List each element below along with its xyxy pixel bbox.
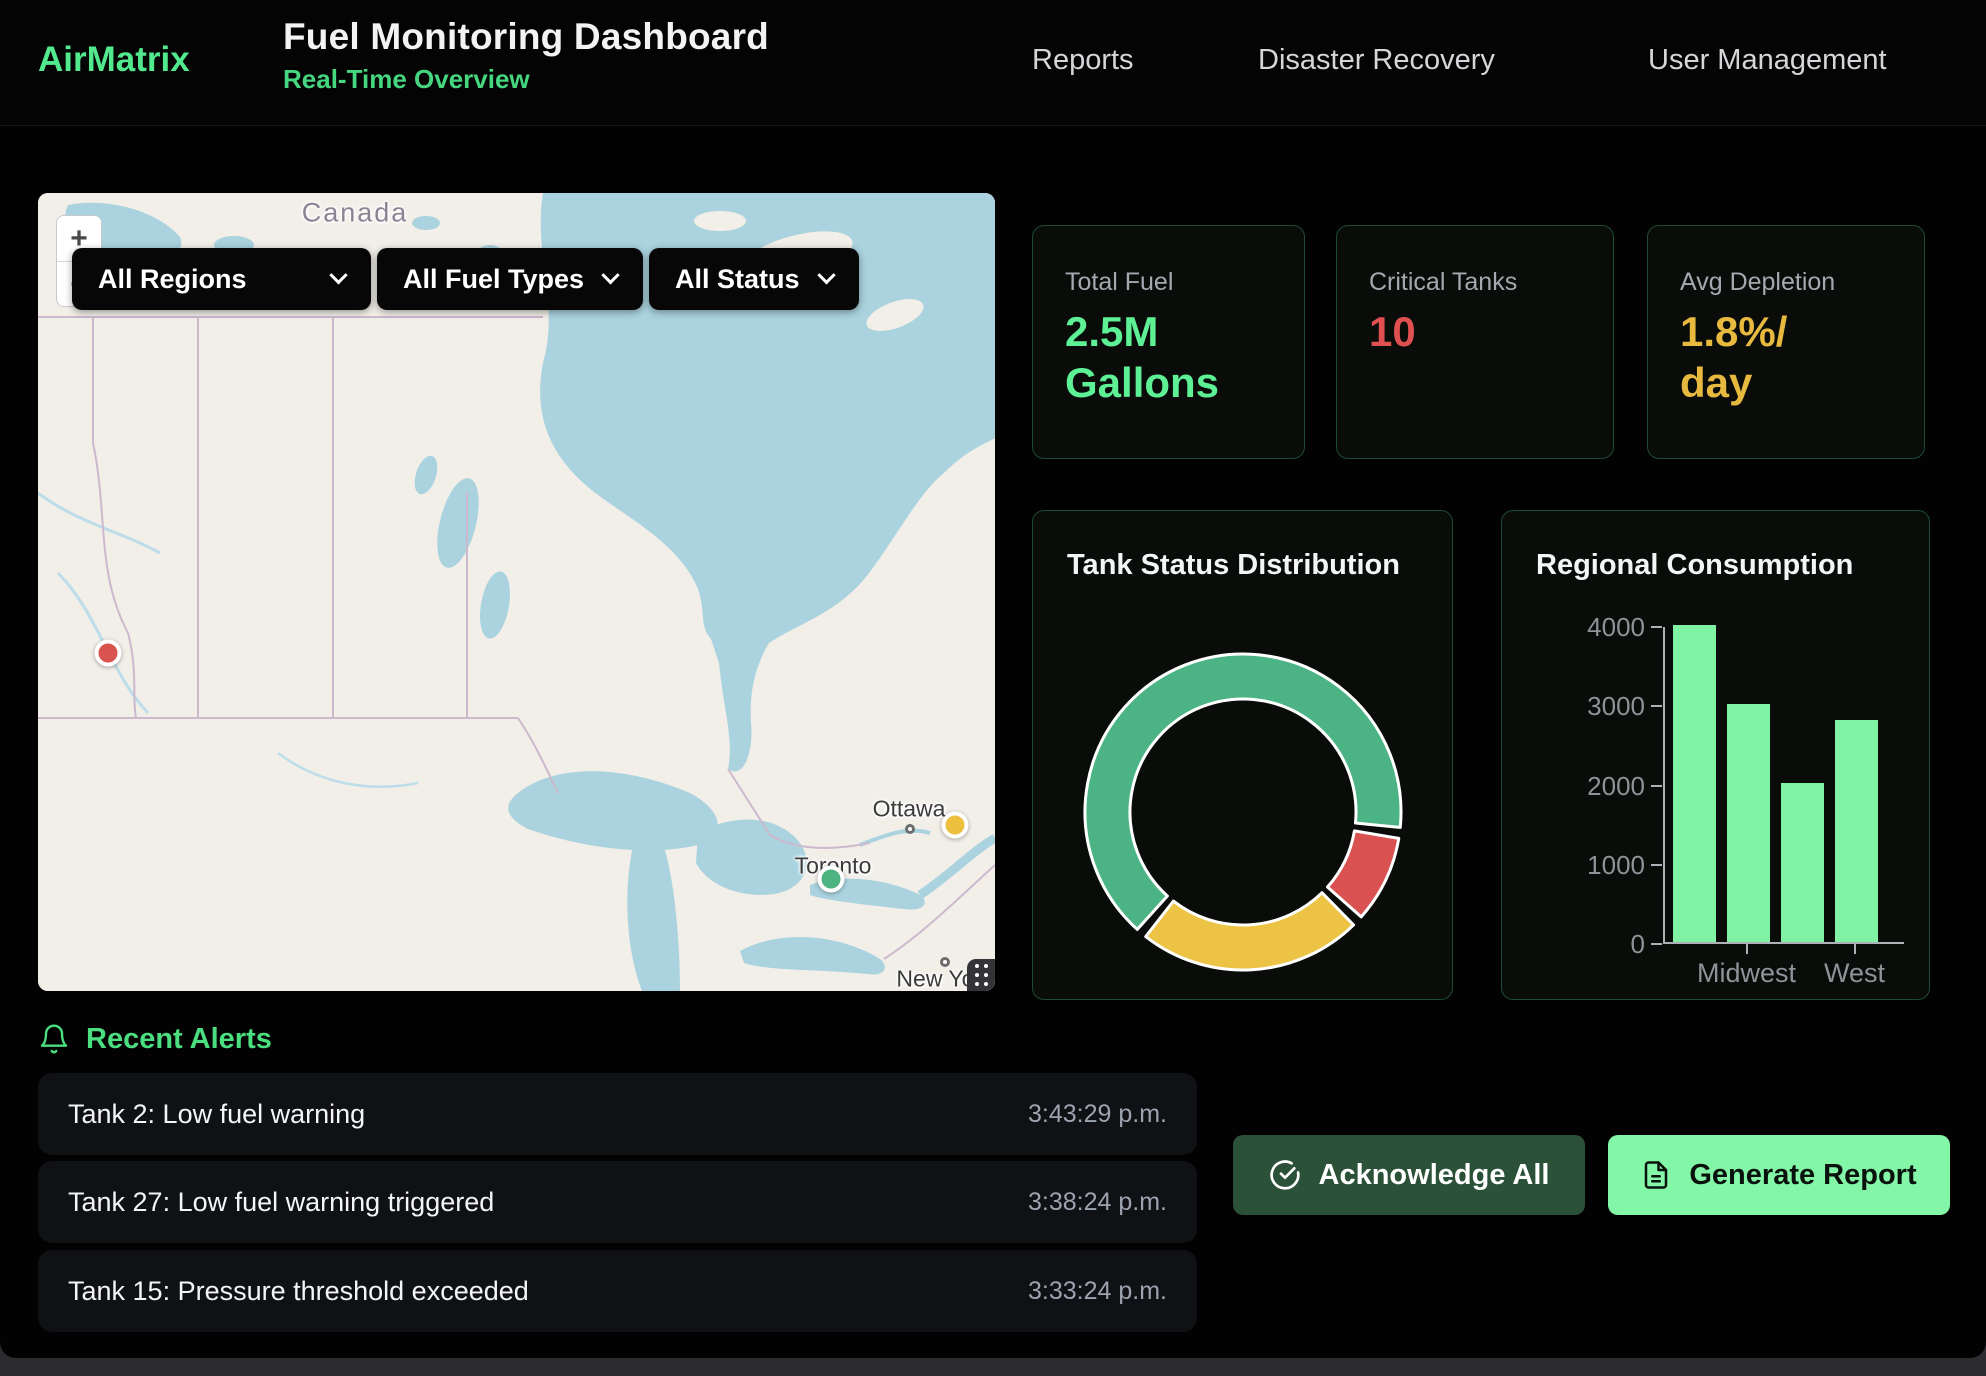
y-tick-label: 1000 (1575, 850, 1645, 880)
stat-value: 1.8%/ day (1680, 306, 1787, 408)
file-text-icon (1641, 1159, 1671, 1191)
alert-row[interactable]: Tank 15: Pressure threshold exceeded 3:3… (38, 1250, 1197, 1332)
regional-consumption-card: Regional Consumption 01000200030004000Mi… (1501, 510, 1930, 1000)
top-bar: AirMatrix Fuel Monitoring Dashboard Real… (0, 0, 1986, 126)
y-tick (1651, 943, 1662, 945)
y-tick (1651, 785, 1662, 787)
stat-card-total-fuel: Total Fuel 2.5M Gallons (1032, 225, 1305, 459)
x-tick (1746, 944, 1748, 954)
stat-label: Critical Tanks (1369, 268, 1517, 297)
y-tick (1651, 626, 1662, 628)
brand-logo: AirMatrix (38, 40, 190, 80)
stat-label: Total Fuel (1065, 268, 1173, 297)
map-lake (412, 216, 440, 230)
page-title: Fuel Monitoring Dashboard (283, 16, 769, 58)
nav-reports[interactable]: Reports (1032, 44, 1134, 77)
check-circle-icon (1269, 1159, 1301, 1191)
page-subtitle: Real-Time Overview (283, 64, 769, 95)
alert-time: 3:33:24 p.m. (1028, 1277, 1167, 1306)
bar-region-3 (1781, 783, 1824, 942)
chevron-down-icon (601, 266, 619, 284)
y-tick (1651, 705, 1662, 707)
nav-disaster-recovery[interactable]: Disaster Recovery (1258, 44, 1495, 77)
map-drag-handle[interactable] (967, 959, 995, 991)
alert-text: Tank 27: Low fuel warning triggered (68, 1187, 1028, 1218)
tank-marker-critical[interactable] (95, 640, 122, 667)
donut-slice-warning (1146, 893, 1354, 970)
alerts-header: Recent Alerts (38, 1022, 272, 1056)
title-block: Fuel Monitoring Dashboard Real-Time Over… (283, 16, 769, 95)
status-filter-value: All Status (675, 264, 806, 295)
acknowledge-all-label: Acknowledge All (1319, 1159, 1550, 1192)
map-island (694, 211, 746, 231)
tank-status-distribution-card: Tank Status Distribution (1032, 510, 1453, 1000)
x-tick (1854, 944, 1856, 954)
bar-region-1 (1673, 625, 1716, 942)
stat-card-avg-depletion: Avg Depletion 1.8%/ day (1647, 225, 1925, 459)
map-filter-bar: All Regions All Fuel Types All Status (72, 248, 859, 310)
y-tick-label: 0 (1575, 929, 1645, 959)
fuel-type-filter-dropdown[interactable]: All Fuel Types (377, 248, 643, 310)
fuel-type-filter-value: All Fuel Types (403, 264, 590, 295)
y-tick-label: 2000 (1575, 771, 1645, 801)
alert-text: Tank 2: Low fuel warning (68, 1099, 1028, 1130)
stat-value: 2.5M Gallons (1065, 306, 1219, 408)
tank-marker-normal[interactable] (818, 866, 845, 893)
alert-time: 3:43:29 p.m. (1028, 1100, 1167, 1129)
regional-consumption-bar-chart (1663, 627, 1904, 944)
stat-card-critical-tanks: Critical Tanks 10 (1336, 225, 1614, 459)
map-town-dot (940, 957, 950, 967)
tank-status-donut-chart (1033, 511, 1452, 999)
dashboard-window: AirMatrix Fuel Monitoring Dashboard Real… (0, 0, 1986, 1358)
nav-user-management[interactable]: User Management (1648, 44, 1887, 77)
map-canvas[interactable] (38, 193, 995, 991)
alert-row[interactable]: Tank 2: Low fuel warning 3:43:29 p.m. (38, 1073, 1197, 1155)
y-tick-label: 4000 (1575, 612, 1645, 642)
region-filter-value: All Regions (98, 264, 318, 295)
bell-icon (38, 1022, 70, 1056)
tank-marker-warning[interactable] (942, 812, 969, 839)
alert-text: Tank 15: Pressure threshold exceeded (68, 1276, 1028, 1307)
status-filter-dropdown[interactable]: All Status (649, 248, 859, 310)
fleet-map[interactable]: + − All Regions All Fuel Types All Statu… (38, 193, 995, 991)
alerts-title: Recent Alerts (86, 1023, 272, 1056)
chevron-down-icon (329, 266, 347, 284)
map-town-dot (905, 824, 915, 834)
x-tick-label: West (1785, 958, 1925, 989)
stat-label: Avg Depletion (1680, 268, 1835, 297)
window-bottom-edge (0, 1358, 1986, 1376)
bar-midwest (1727, 704, 1770, 942)
acknowledge-all-button[interactable]: Acknowledge All (1233, 1135, 1585, 1215)
y-tick-label: 3000 (1575, 691, 1645, 721)
chevron-down-icon (817, 266, 835, 284)
alert-row[interactable]: Tank 27: Low fuel warning triggered 3:38… (38, 1161, 1197, 1243)
region-filter-dropdown[interactable]: All Regions (72, 248, 371, 310)
bar-west (1835, 720, 1878, 942)
alert-time: 3:38:24 p.m. (1028, 1188, 1167, 1217)
generate-report-button[interactable]: Generate Report (1608, 1135, 1950, 1215)
y-tick (1651, 864, 1662, 866)
generate-report-label: Generate Report (1689, 1159, 1916, 1192)
donut-slice-critical (1328, 831, 1399, 917)
stat-value: 10 (1369, 306, 1416, 357)
